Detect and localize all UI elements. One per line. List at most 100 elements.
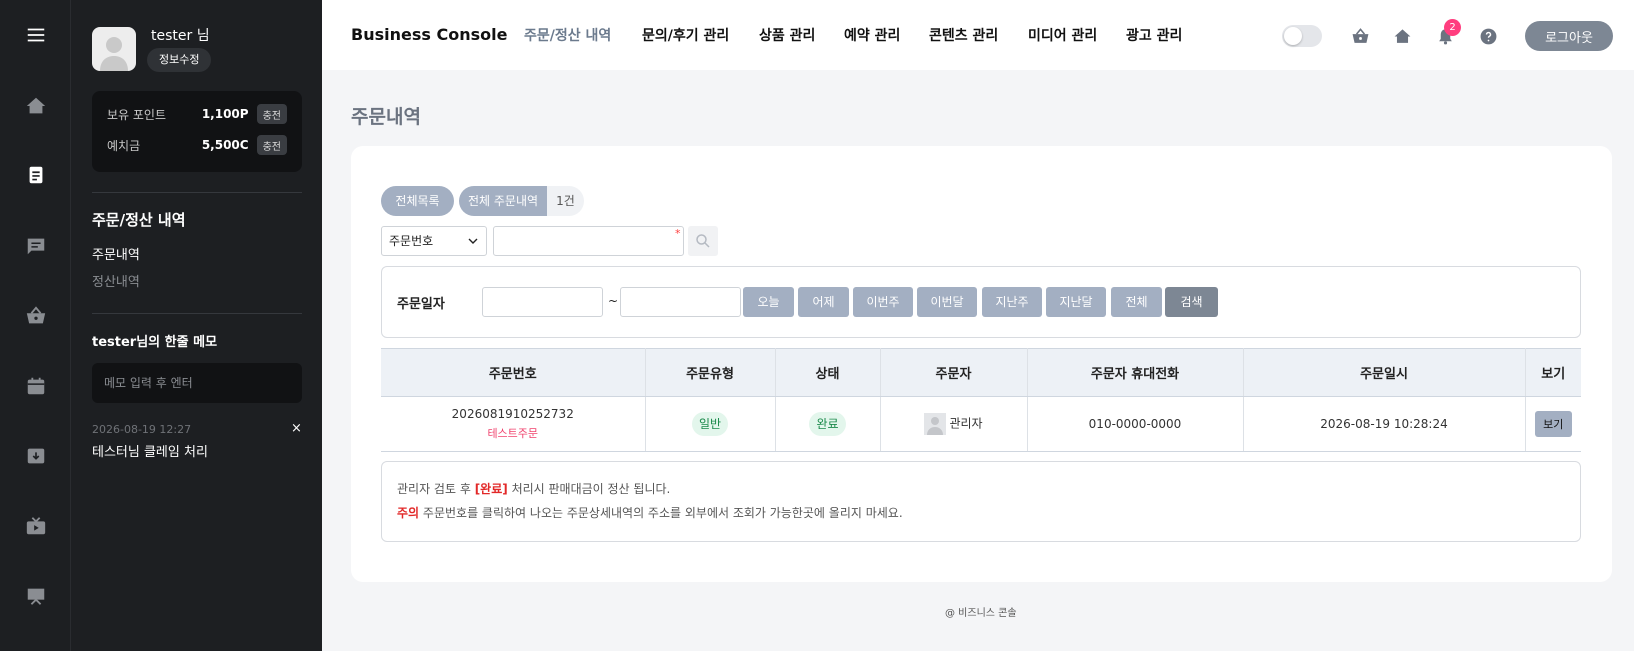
- table-row[interactable]: 2026081910252732 테스트주문 일반 완료 관리자 010-000…: [381, 396, 1581, 452]
- table-header-row: 주문번호 주문유형 상태 주문자 주문자 휴대전화 주문일시 보기: [381, 348, 1581, 397]
- top-header: Business Console 주문/정산 내역 문의/후기 관리 상품 관리…: [322, 0, 1634, 70]
- wallet-panel: 보유 포인트 1,100P 충전 예치금 5,500C 충전: [92, 91, 302, 172]
- calendar-icon[interactable]: [0, 366, 71, 406]
- quick-date-last-month-button[interactable]: 지난달: [1046, 287, 1106, 317]
- start-date-input[interactable]: [482, 287, 603, 317]
- column-header: 주문번호: [381, 348, 646, 397]
- notice-line-1: 관리자 검토 후 [완료] 처리시 판매대금이 정산 됩니다.: [397, 480, 670, 497]
- footer-text: @ 비즈니스 콘솔: [945, 608, 1017, 619]
- nav-contents[interactable]: 콘텐츠 관리: [929, 25, 998, 45]
- order-type-cell: 일반: [645, 396, 776, 452]
- date-filter-label: 주문일자: [397, 297, 445, 312]
- points-label: 보유 포인트: [107, 107, 167, 122]
- deposit-label: 예치금: [107, 138, 141, 153]
- notice-box: 관리자 검토 후 [완료] 처리시 판매대금이 정산 됩니다. 주의 주문번호를…: [381, 461, 1581, 542]
- edit-profile-button[interactable]: 정보수정: [147, 48, 212, 72]
- basket-icon[interactable]: [1350, 26, 1370, 46]
- tab-all-orders[interactable]: 전체 주문내역: [459, 186, 547, 216]
- nav-products[interactable]: 상품 관리: [759, 25, 815, 45]
- menu-icon[interactable]: [0, 15, 71, 55]
- points-row: 보유 포인트 1,100P 충전: [107, 103, 287, 125]
- points-charge-button[interactable]: 충전: [256, 104, 287, 124]
- date-search-button[interactable]: 검색: [1165, 287, 1218, 317]
- side-menu-title: 주문/정산 내역: [92, 211, 186, 229]
- board-icon[interactable]: [0, 576, 71, 616]
- memo-input[interactable]: [92, 363, 302, 403]
- notice-text: 주문번호를 클릭하여 나오는 주문상세내역의 주소를 외부에서 조회가 가능한곳…: [419, 506, 903, 520]
- help-icon[interactable]: [1478, 26, 1498, 46]
- quick-date-yesterday-button[interactable]: 어제: [798, 287, 849, 317]
- home-icon[interactable]: [0, 86, 71, 126]
- nav-reservations[interactable]: 예약 관리: [844, 25, 900, 45]
- memo-delete-icon[interactable]: ×: [291, 421, 302, 436]
- search-field-select[interactable]: 주문번호: [381, 226, 487, 256]
- phone-cell: 010-0000-0000: [1027, 396, 1244, 452]
- order-count: 1건: [547, 186, 584, 216]
- memo-text: 테스터님 클레임 처리: [92, 445, 208, 460]
- chevron-down-icon: [468, 238, 478, 244]
- nav-media[interactable]: 미디어 관리: [1028, 25, 1097, 45]
- end-date-input[interactable]: [620, 287, 741, 317]
- memo-title: tester님의 한줄 메모: [92, 335, 218, 350]
- search-input[interactable]: [493, 226, 684, 256]
- nav-ads[interactable]: 광고 관리: [1126, 25, 1182, 45]
- orderer-avatar: [924, 413, 947, 435]
- order-type-chip: 일반: [691, 412, 729, 436]
- quick-date-this-month-button[interactable]: 이번달: [917, 287, 977, 317]
- column-header: 주문일시: [1243, 348, 1526, 397]
- side-menu-item-settlement[interactable]: 정산내역: [92, 271, 140, 290]
- column-header: 주문유형: [645, 348, 776, 397]
- notice-warning-label: 주의: [397, 506, 420, 520]
- deposit-row: 예치금 5,500C 충전: [107, 134, 287, 156]
- deposit-value: 5,500C: [201, 138, 249, 152]
- nav-inquiries[interactable]: 문의/후기 관리: [642, 25, 729, 45]
- notification-badge: 2: [1444, 19, 1461, 36]
- brand-title: Business Console: [351, 25, 508, 44]
- tv-icon[interactable]: [0, 506, 71, 546]
- status-badge: 완료: [809, 412, 846, 436]
- avatar[interactable]: [92, 27, 136, 71]
- user-avatar-icon: [100, 37, 128, 71]
- column-header: 주문자 휴대전화: [1027, 348, 1244, 397]
- date-range-separator: ~: [608, 294, 619, 308]
- divider: [92, 313, 302, 314]
- memo-date: 2026-08-19 12:27: [92, 423, 192, 436]
- column-header: 상태: [775, 348, 881, 397]
- archive-icon[interactable]: [0, 436, 71, 476]
- user-avatar-icon: [927, 417, 944, 435]
- points-value: 1,100P: [201, 107, 249, 121]
- chat-icon[interactable]: [0, 226, 71, 266]
- home-icon[interactable]: [1392, 26, 1412, 46]
- view-cell: 보기: [1525, 396, 1581, 452]
- theme-toggle[interactable]: [1282, 25, 1322, 47]
- orders-table: 주문번호 주문유형 상태 주문자 주문자 휴대전화 주문일시 보기 202608…: [381, 348, 1581, 452]
- search-button[interactable]: [688, 226, 718, 256]
- side-panel: tester 님 정보수정 보유 포인트 1,100P 충전 예치금 5,500…: [71, 0, 322, 651]
- nav-orders[interactable]: 주문/정산 내역: [524, 25, 611, 45]
- view-order-button[interactable]: 보기: [1534, 411, 1572, 437]
- column-header: 보기: [1525, 348, 1581, 397]
- notice-highlight: [완료]: [474, 482, 508, 496]
- quick-date-all-button[interactable]: 전체: [1111, 287, 1162, 317]
- document-icon[interactable]: [0, 155, 71, 195]
- toggle-knob: [1284, 27, 1302, 45]
- datetime-cell: 2026-08-19 10:28:24: [1243, 396, 1526, 452]
- side-menu-item-orders[interactable]: 주문내역: [92, 244, 140, 263]
- logout-button[interactable]: 로그아웃: [1525, 21, 1613, 51]
- notice-text: 처리시 판매대금이 정산 됩니다.: [507, 482, 671, 496]
- basket-icon[interactable]: [0, 296, 71, 336]
- tab-all-list[interactable]: 전체목록: [381, 186, 454, 216]
- column-header: 주문자: [880, 348, 1028, 397]
- user-name: tester 님: [151, 28, 210, 44]
- quick-date-today-button[interactable]: 오늘: [743, 287, 794, 317]
- deposit-charge-button[interactable]: 충전: [256, 135, 287, 155]
- page-title: 주문내역: [351, 106, 421, 128]
- orderer-cell: 관리자: [880, 396, 1028, 452]
- orderer-name: 관리자: [949, 416, 983, 431]
- divider: [92, 192, 302, 193]
- order-number-cell[interactable]: 2026081910252732 테스트주문: [381, 396, 646, 452]
- quick-date-last-week-button[interactable]: 지난주: [982, 287, 1042, 317]
- quick-date-this-week-button[interactable]: 이번주: [853, 287, 913, 317]
- order-number[interactable]: 2026081910252732: [381, 407, 645, 421]
- required-mark: *: [675, 227, 681, 240]
